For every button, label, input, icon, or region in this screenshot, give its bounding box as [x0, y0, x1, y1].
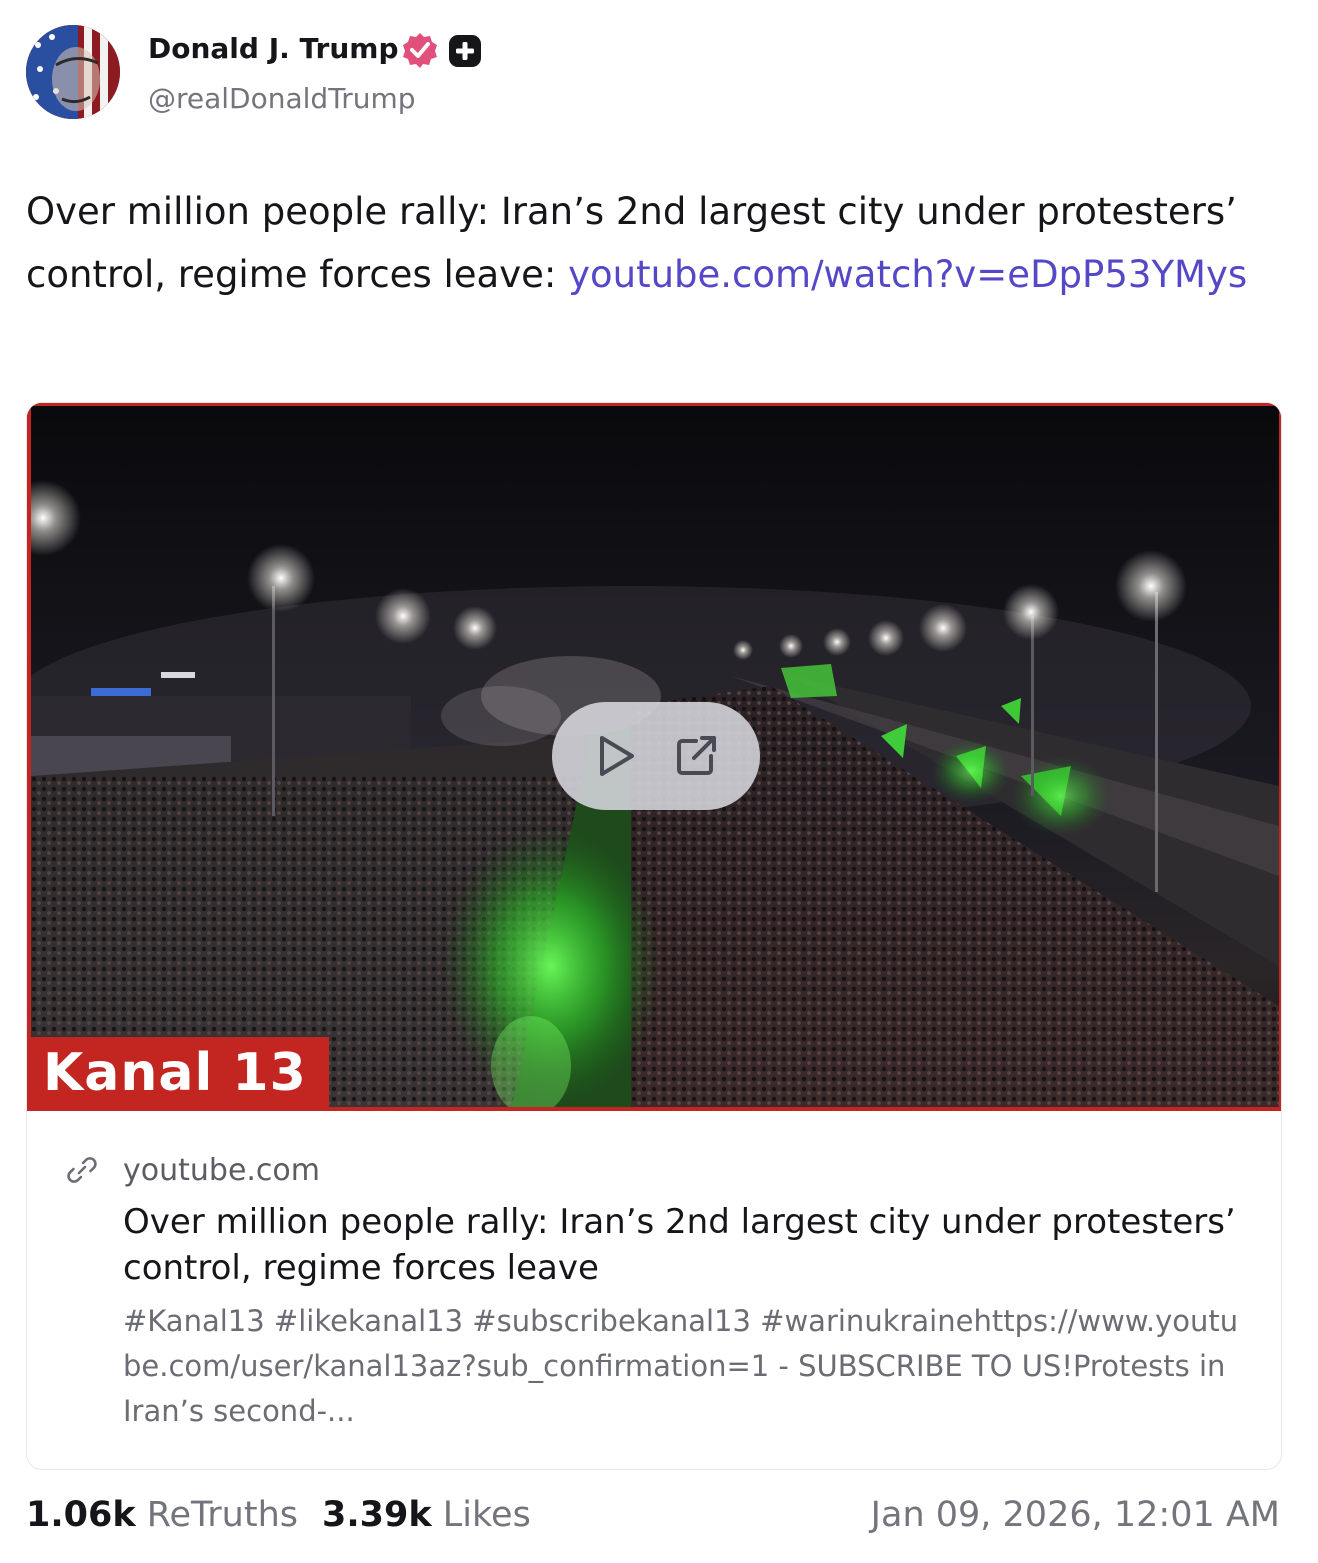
plus-badge-icon [449, 35, 481, 67]
video-thumbnail[interactable]: Kanal 13 [27, 403, 1281, 1111]
card-description: #Kanal13 #likekanal13 #subscribekanal13 … [123, 1304, 1239, 1428]
link-icon [67, 1157, 97, 1183]
video-controls[interactable] [552, 702, 760, 810]
likes-label: Likes [442, 1495, 531, 1535]
post-body: Over million people rally: Iran’s 2nd la… [26, 180, 1296, 306]
card-domain: youtube.com [123, 1153, 321, 1188]
play-icon[interactable] [592, 732, 640, 780]
external-link-icon[interactable] [672, 732, 720, 780]
retruths-stat[interactable]: 1.06k ReTruths [26, 1495, 298, 1535]
verified-badge-icon [403, 33, 437, 68]
post-timestamp[interactable]: Jan 09, 2026, 12:01 AM [871, 1495, 1280, 1535]
avatar[interactable] [26, 25, 120, 119]
author-name[interactable]: Donald J. Trump [148, 32, 398, 65]
avatar-image [26, 25, 120, 119]
link-preview-card[interactable]: Kanal 13 youtube.com Over million people… [26, 402, 1282, 1470]
post-link[interactable]: youtube.com/watch?v=eDpP53YMys [568, 253, 1247, 296]
card-title[interactable]: Over million people rally: Iran’s 2nd la… [123, 1199, 1243, 1291]
author-handle[interactable]: @realDonaldTrump [148, 82, 416, 115]
likes-stat[interactable]: 3.39k Likes [322, 1495, 531, 1535]
channel-watermark: Kanal 13 [31, 1037, 329, 1107]
retruths-label: ReTruths [146, 1495, 299, 1535]
post-stats: 1.06k ReTruths 3.39k Likes [26, 1495, 531, 1535]
retruths-count: 1.06k [26, 1495, 136, 1535]
likes-count: 3.39k [322, 1495, 432, 1535]
